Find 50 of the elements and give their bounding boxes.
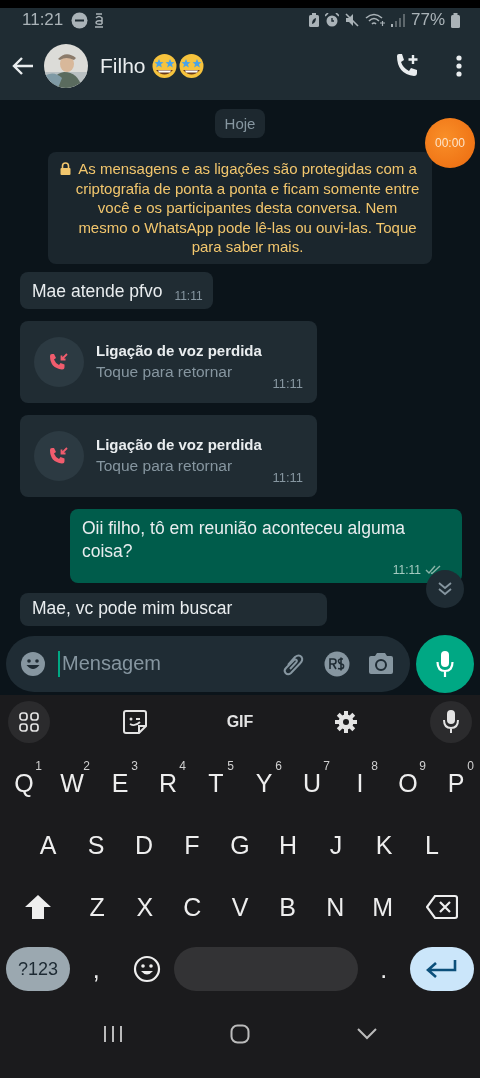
contact-name[interactable]: Filho bbox=[100, 54, 146, 78]
call-subtitle: Toque para retornar bbox=[96, 457, 234, 475]
message-text: Mae, vc pode mim buscar bbox=[32, 596, 233, 620]
message-text: Oii filho, tô em reunião aconteceu alguma coisa? bbox=[82, 516, 406, 563]
message-time: 11:11 bbox=[174, 288, 203, 303]
keyboard-key[interactable]: F bbox=[168, 819, 216, 871]
keyboard-key[interactable]: Q $^{1}$ bbox=[0, 757, 48, 809]
keyboard-key[interactable]: B bbox=[263, 881, 312, 933]
gif-button[interactable]: GIF bbox=[219, 701, 261, 743]
keyboard-key[interactable]: Z bbox=[73, 881, 121, 933]
keyboard-key[interactable]: R $^{4}$ bbox=[144, 757, 192, 809]
keyboard-key[interactable]: I $^{8}$ bbox=[336, 757, 384, 809]
keyboard-key[interactable]: U $^{7}$ bbox=[288, 757, 336, 809]
keyboard-key[interactable]: N bbox=[311, 881, 359, 933]
keyboard-key[interactable]: D bbox=[120, 819, 168, 871]
call-title: Ligação de voz perdida bbox=[96, 436, 262, 453]
keyboard-key[interactable]: . bbox=[358, 943, 409, 995]
keyboard-key[interactable]: X bbox=[121, 881, 169, 933]
keyboard-key[interactable]: H bbox=[264, 819, 312, 871]
keyboard-key[interactable]: K bbox=[360, 819, 408, 871]
date-chip: Hoje bbox=[214, 109, 266, 138]
call-subtitle: Toque para retornar bbox=[96, 363, 234, 381]
missed-call-bubble[interactable]: Ligação de voz perdida Toque para retornar 11:11 bbox=[20, 320, 317, 403]
call-title: Ligação de voz perdida bbox=[96, 342, 262, 359]
keyboard-key[interactable]: Y $^{6}$ bbox=[240, 757, 288, 809]
keyboard-key[interactable]: O $^{9}$ bbox=[384, 757, 432, 809]
missed-call-bubble[interactable]: Ligação de voz perdida Toque para retornar 11:11 bbox=[20, 414, 317, 497]
keyboard-key[interactable]: , bbox=[71, 943, 122, 995]
status-time: 11:21 bbox=[22, 10, 64, 30]
message-input-field[interactable]: Mensagem bbox=[6, 635, 410, 692]
message-time: 11:11 bbox=[392, 562, 421, 577]
keyboard-key[interactable]: J bbox=[312, 819, 360, 871]
keyboard-key[interactable]: C bbox=[168, 881, 217, 933]
encryption-text: As mensagens e as ligações são protegidas com a criptografia de ponta a ponta e ficam somente entre você e os participantes desta conversa. Nem mesmo o WhatsApp pode lê-las ou ouvi-las. Toque para saber mais. bbox=[75, 159, 420, 257]
keyboard-key[interactable]: M bbox=[358, 881, 407, 933]
keyboard-key[interactable]: L bbox=[408, 819, 456, 871]
keyboard-key[interactable]: V bbox=[216, 881, 264, 933]
message-time: 11:11 bbox=[272, 375, 303, 391]
keyboard-key[interactable]: E $^{3}$ bbox=[96, 757, 144, 809]
message-input[interactable]: Mensagem bbox=[60, 651, 262, 676]
message-text: Mae atende pfvo bbox=[32, 279, 163, 303]
symbols-key[interactable]: ?123 bbox=[6, 947, 70, 991]
keyboard-key[interactable]: S bbox=[72, 819, 120, 871]
keyboard-key[interactable]: T $^{5}$ bbox=[192, 757, 240, 809]
battery-percentage: 77% bbox=[410, 10, 445, 30]
keyboard-key[interactable]: P $^{0}$ bbox=[432, 757, 480, 809]
keyboard-key[interactable]: G bbox=[216, 819, 264, 871]
keyboard-key[interactable]: A bbox=[24, 819, 72, 871]
keyboard-key[interactable]: W $^{2}$ bbox=[48, 757, 96, 809]
message-time: 11:11 bbox=[272, 469, 303, 485]
